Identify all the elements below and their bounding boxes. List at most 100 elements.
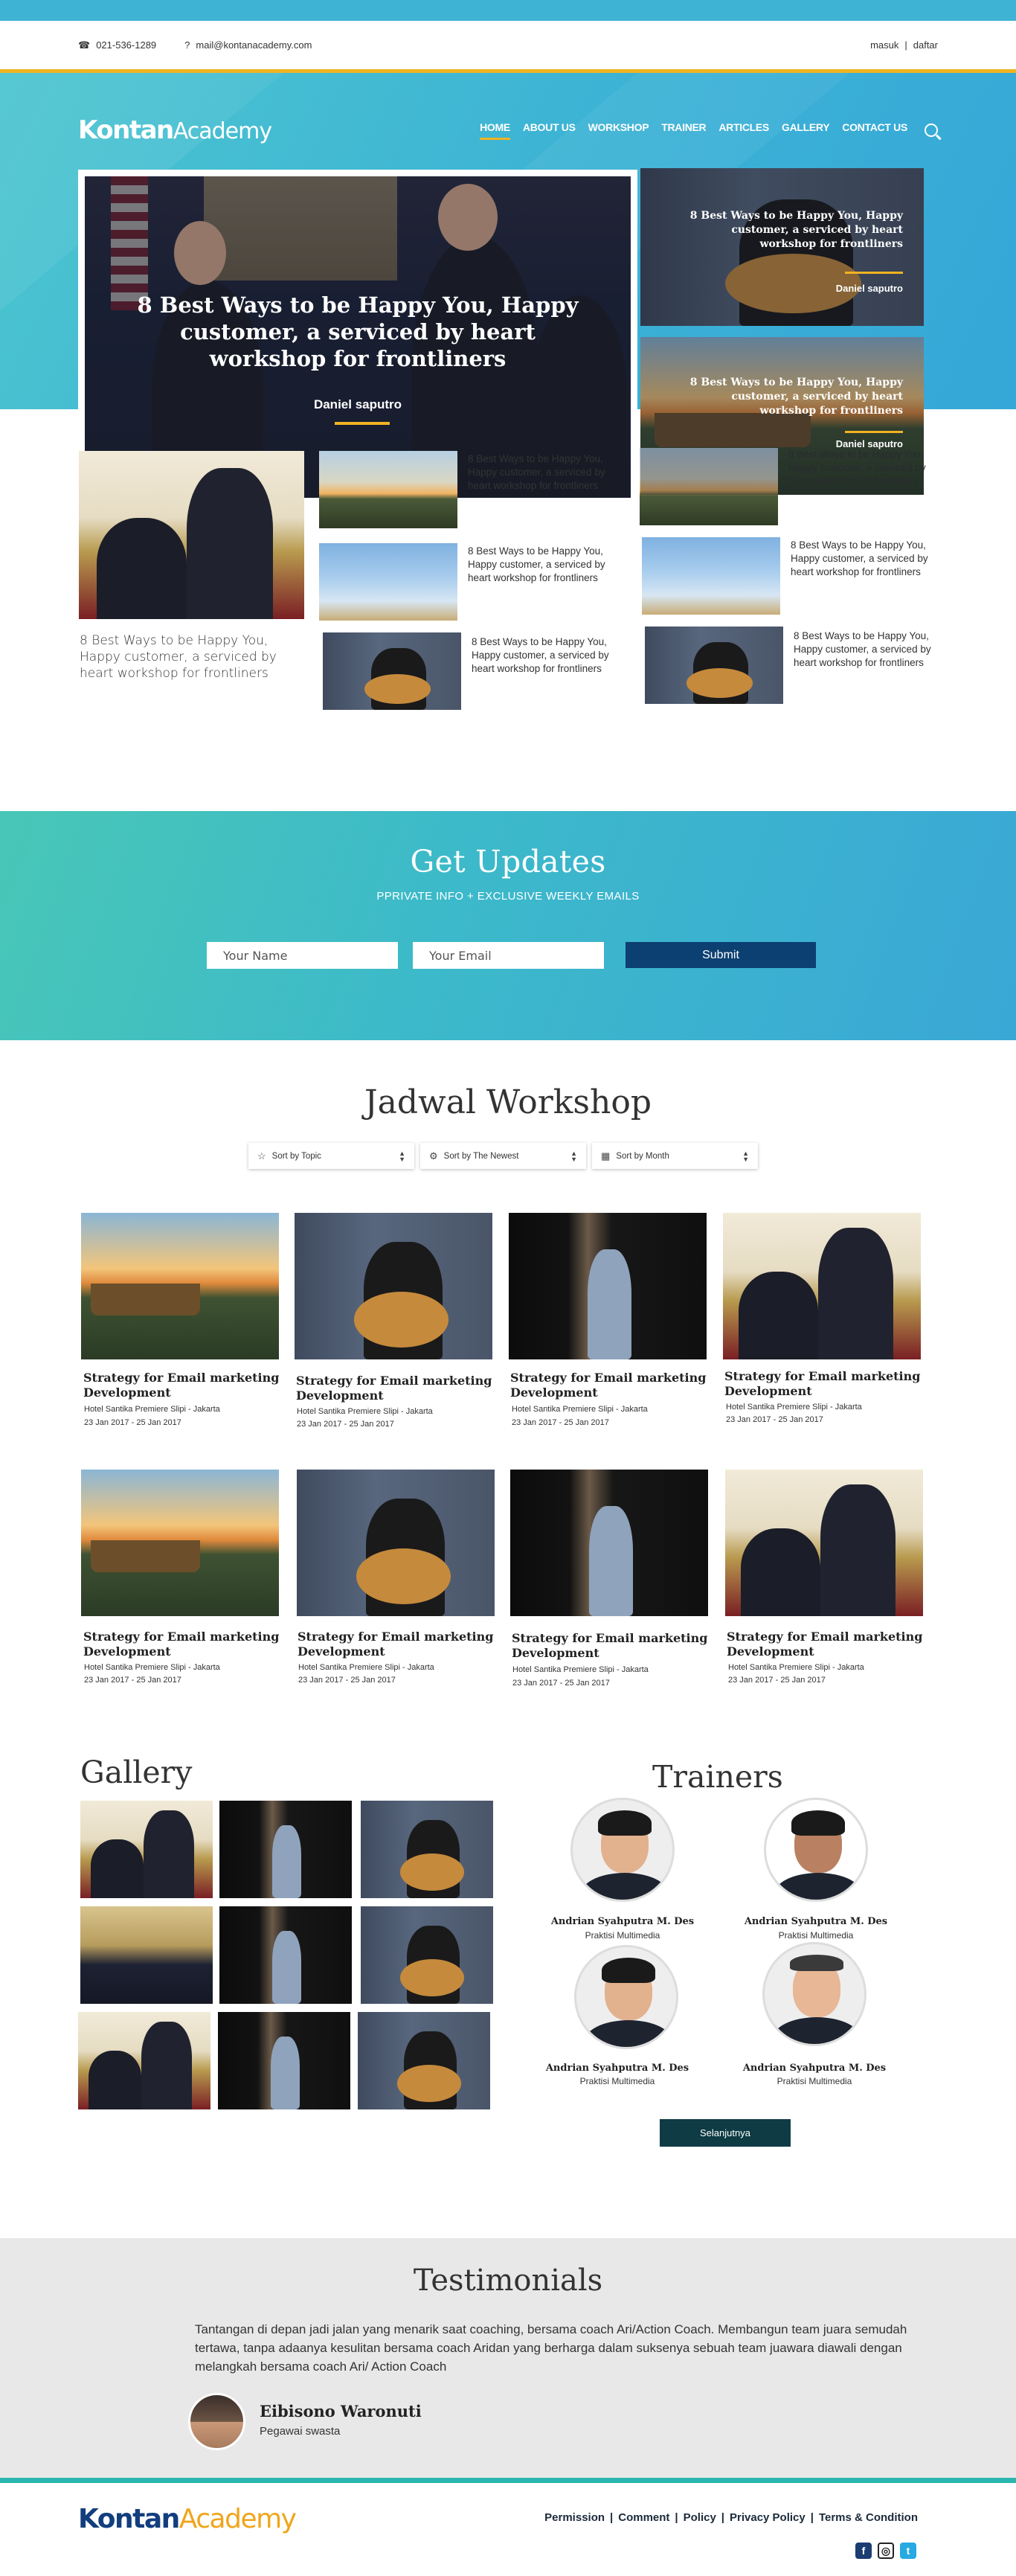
workshop-location: Hotel Santika Premiere Slipi - Jakarta xyxy=(512,1665,649,1674)
twitter-icon[interactable]: t xyxy=(900,2543,916,2559)
trainer-photo[interactable] xyxy=(764,1798,868,1902)
footer-link-privacy-policy[interactable]: Privacy Policy xyxy=(730,2511,806,2524)
footer-link-terms[interactable]: Terms & Condition xyxy=(819,2511,918,2524)
side-article-title[interactable]: 8 Best Ways to be Happy You, Happy custo… xyxy=(680,209,903,251)
gallery-image[interactable] xyxy=(219,1801,352,1898)
trainer-name[interactable]: Andrian Syahputra M. Des xyxy=(528,2063,707,2074)
gallery-image[interactable] xyxy=(219,1906,352,2004)
register-link[interactable]: daftar xyxy=(913,39,938,51)
hero-main-title[interactable]: 8 Best Ways to be Happy You, Happy custo… xyxy=(85,292,631,372)
workshop-title-text[interactable]: Strategy for Email marketing Development xyxy=(296,1374,494,1403)
workshop-location: Hotel Santika Premiere Slipi - Jakarta xyxy=(728,1663,864,1672)
nav-workshop[interactable]: WORKSHOP xyxy=(588,121,649,140)
article-thumb[interactable] xyxy=(319,543,457,621)
footer-logo[interactable]: KontanAcademy xyxy=(78,2504,297,2534)
workshop-image[interactable] xyxy=(723,1213,921,1359)
gallery-image[interactable] xyxy=(80,1906,213,2004)
side-article-author: Daniel saputro xyxy=(835,438,903,449)
login-link[interactable]: masuk xyxy=(870,39,898,51)
sort-label: Sort by The Newest xyxy=(443,1151,519,1161)
nav-about-us[interactable]: ABOUT US xyxy=(523,121,576,140)
article-thumb[interactable] xyxy=(319,451,457,528)
article-thumb[interactable] xyxy=(645,627,783,704)
sort-label: Sort by Topic xyxy=(271,1151,321,1161)
workshop-location: Hotel Santika Premiere Slipi - Jakarta xyxy=(298,1663,434,1672)
hero-side-article[interactable]: 8 Best Ways to be Happy You, Happy custo… xyxy=(640,337,924,495)
nav-gallery[interactable]: GALLERY xyxy=(782,121,830,140)
article-title[interactable]: 8 Best Ways to be Happy You, Happy custo… xyxy=(468,452,609,493)
article-title[interactable]: 8 Best Ways to be Happy You, Happy custo… xyxy=(791,539,932,579)
workshop-image[interactable] xyxy=(510,1470,708,1616)
footer-link-policy[interactable]: Policy xyxy=(684,2511,716,2524)
name-input[interactable]: Your Name xyxy=(207,942,398,969)
avatar xyxy=(188,2393,245,2450)
instagram-icon[interactable]: ◎ xyxy=(878,2543,894,2559)
trainer-name[interactable]: Andrian Syahputra M. Des xyxy=(727,1916,905,1927)
workshop-title-text[interactable]: Strategy for Email marketing Development xyxy=(510,1371,708,1400)
featured-article-image[interactable] xyxy=(79,451,304,619)
gallery-image[interactable] xyxy=(358,2012,490,2109)
gallery-image[interactable] xyxy=(218,2012,350,2109)
hero-side-article[interactable]: 8 Best Ways to be Happy You, Happy custo… xyxy=(640,168,924,326)
gallery-image[interactable] xyxy=(80,1801,213,1898)
footer-link-comment[interactable]: Comment xyxy=(618,2511,669,2524)
nav-home[interactable]: HOME xyxy=(480,121,510,140)
trainer-photo[interactable] xyxy=(574,1945,678,2049)
submit-button[interactable]: Submit xyxy=(626,942,816,968)
topbar: ☎ 021-536-1289 ? mail@kontanacademy.com … xyxy=(0,21,1016,73)
site-logo[interactable]: KontanAcademy xyxy=(78,115,272,145)
nav-articles[interactable]: ARTICLES xyxy=(718,121,769,140)
gallery-image[interactable] xyxy=(361,1906,493,2004)
workshop-image[interactable] xyxy=(81,1213,279,1359)
email-contact[interactable]: ? mail@kontanacademy.com xyxy=(184,39,312,51)
footer-link-permission[interactable]: Permission xyxy=(544,2511,605,2524)
testimonial-role: Pegawai swasta xyxy=(260,2425,341,2438)
facebook-icon[interactable]: f xyxy=(855,2543,872,2559)
trainer-name[interactable]: Andrian Syahputra M. Des xyxy=(533,1916,712,1927)
gallery-image[interactable] xyxy=(361,1801,493,1898)
workshop-title-text[interactable]: Strategy for Email marketing Development xyxy=(724,1369,922,1399)
newsletter-form: Your Name Your Email Submit xyxy=(207,942,816,969)
featured-article-title[interactable]: 8 Best Ways to be Happy You, Happy custo… xyxy=(80,632,303,682)
workshop-title: Jadwal Workshop xyxy=(364,1083,652,1121)
workshop-image[interactable] xyxy=(295,1213,492,1359)
workshop-image[interactable] xyxy=(81,1470,279,1616)
footer-logo-part2: Academy xyxy=(179,2504,297,2534)
workshop-image[interactable] xyxy=(297,1470,495,1616)
phone-contact[interactable]: ☎ 021-536-1289 xyxy=(78,39,156,51)
article-thumb[interactable] xyxy=(642,537,780,615)
article-title[interactable]: 8 Best Ways to be Happy You, Happy custo… xyxy=(468,545,609,585)
nav-contact-us[interactable]: CONTACT US xyxy=(842,121,907,140)
workshop-title-text[interactable]: Strategy for Email marketing Development xyxy=(83,1630,281,1659)
nav-menu: HOME ABOUT US WORKSHOP TRAINER ARTICLES … xyxy=(480,121,938,140)
workshop-title-text[interactable]: Strategy for Email marketing Development xyxy=(727,1630,925,1659)
trainer-photo[interactable] xyxy=(762,1942,867,2046)
search-icon[interactable] xyxy=(925,124,938,137)
nav-trainer[interactable]: TRAINER xyxy=(661,121,706,140)
workshop-image[interactable] xyxy=(725,1470,923,1616)
next-trainers-button[interactable]: Selanjutnya xyxy=(660,2119,791,2147)
footer-logo-part1: Kontan xyxy=(78,2504,180,2534)
sort-by-newest[interactable]: ⚙ Sort by The Newest ▲ ▼ xyxy=(420,1143,586,1169)
side-article-title[interactable]: 8 Best Ways to be Happy You, Happy custo… xyxy=(680,376,903,418)
workshop-title-text[interactable]: Strategy for Email marketing Development xyxy=(298,1630,495,1659)
workshop-location: Hotel Santika Premiere Slipi - Jakarta xyxy=(512,1405,648,1414)
gallery-image[interactable] xyxy=(78,2012,210,2109)
workshop-title-text[interactable]: Strategy for Email marketing Development xyxy=(83,1371,281,1400)
workshop-title-text[interactable]: Strategy for Email marketing Development xyxy=(512,1631,710,1661)
sort-label: Sort by Month xyxy=(616,1151,669,1161)
article-thumb[interactable] xyxy=(323,632,461,710)
gallery-trainers-section: Gallery Trainers Andrian Syahputra M. De… xyxy=(0,1755,1016,2238)
article-title[interactable]: 8 Best Ways to be Happy You, Happy custo… xyxy=(794,629,935,670)
trainer-name[interactable]: Andrian Syahputra M. Des xyxy=(725,2063,904,2074)
workshop-image[interactable] xyxy=(509,1213,707,1359)
trainer-photo[interactable] xyxy=(570,1798,675,1902)
trainer-hair xyxy=(598,1810,652,1836)
workshop-schedule-section: Jadwal Workshop ☆ Sort by Topic ▲ ▼ ⚙ Sor… xyxy=(0,1040,1016,1755)
star-icon: ☆ xyxy=(257,1150,266,1162)
sort-by-month[interactable]: ▦ Sort by Month ▲ ▼ xyxy=(592,1143,758,1169)
article-title[interactable]: 8 Best Ways to be Happy You, Happy custo… xyxy=(472,635,613,676)
trainer-suit xyxy=(584,2020,673,2047)
email-input[interactable]: Your Email xyxy=(413,942,604,969)
sort-by-topic[interactable]: ☆ Sort by Topic ▲ ▼ xyxy=(248,1143,414,1169)
